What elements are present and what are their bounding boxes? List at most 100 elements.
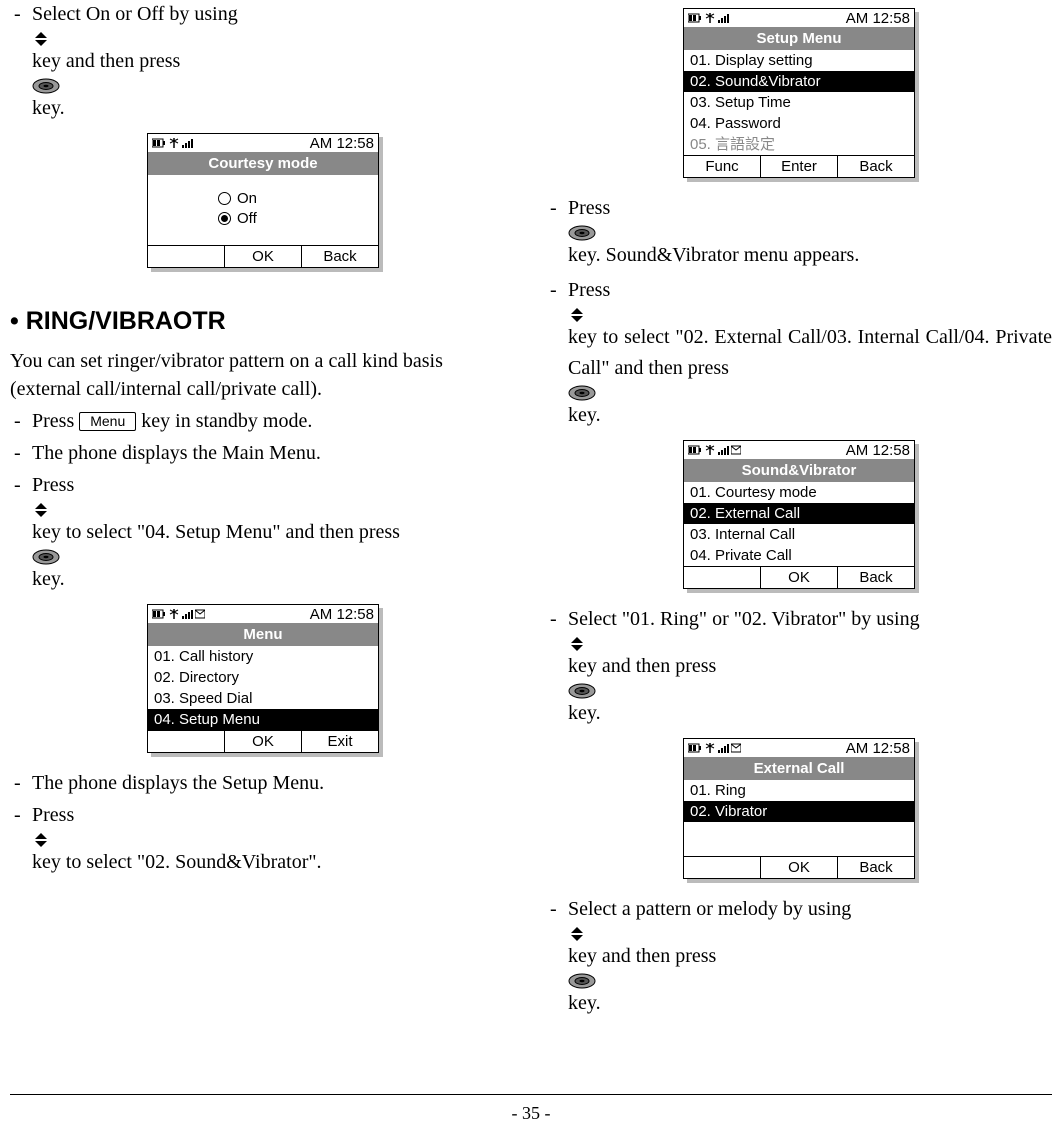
softkey-empty	[148, 246, 224, 267]
phone-courtesy: AM 12:58 Courtesy mode On Off OK Back	[147, 133, 379, 268]
list-item-selected: 02. External Call	[684, 503, 914, 524]
step-setup-menu: - The phone displays the Setup Menu.	[10, 769, 516, 797]
list-item: 03. Speed Dial	[148, 688, 378, 709]
text: key.	[568, 992, 601, 1014]
radio-unchecked-icon	[218, 192, 231, 205]
step-select-04: - Press key to select "04. Setup Menu" a…	[10, 471, 516, 596]
text: Press	[32, 804, 74, 826]
list-item: 04. Private Call	[684, 545, 914, 566]
phone-title: Sound&Vibrator	[684, 459, 914, 482]
text: Press	[568, 197, 610, 219]
step-select-ext: - Press key to select "02. External Call…	[546, 276, 1052, 432]
text: Press	[32, 474, 74, 496]
text: key.	[32, 568, 65, 590]
battery-icon	[688, 13, 702, 23]
phone-time: AM 12:58	[846, 440, 910, 461]
signal-icon	[182, 138, 193, 148]
phone-time: AM 12:58	[846, 8, 910, 29]
softkey-enter: Enter	[761, 156, 838, 177]
enter-key-icon	[568, 225, 1052, 241]
list-item: 01. Ring	[684, 780, 914, 801]
status-icons	[688, 445, 741, 455]
antenna-icon	[168, 138, 180, 148]
signal-icon	[718, 743, 729, 753]
heading-ring-vibrator: • RING/VIBRAOTR	[10, 304, 516, 339]
text: Select a pattern or melody by using	[568, 898, 851, 920]
status-icons	[688, 743, 741, 753]
signal-icon	[182, 609, 193, 619]
text: Select "01. Ring" or "02. Vibrator" by u…	[568, 608, 920, 630]
enter-key-icon	[32, 549, 516, 565]
phone-title: Courtesy mode	[148, 152, 378, 175]
footer-rule	[10, 1094, 1052, 1095]
updown-key-icon	[32, 502, 516, 518]
text: key.	[568, 404, 601, 426]
list-item-selected: 02. Sound&Vibrator	[684, 71, 914, 92]
radio-on: On	[218, 189, 378, 209]
signal-icon	[718, 13, 729, 23]
step-press-menu: - Press Menu key in standby mode.	[10, 407, 516, 435]
status-icons	[688, 13, 729, 23]
step-select-02: - Press key to select "02. Sound&Vibrato…	[10, 801, 516, 879]
battery-icon	[152, 609, 166, 619]
battery-icon	[688, 445, 702, 455]
text: Press	[568, 279, 610, 301]
label: On	[237, 189, 257, 209]
radio-off: Off	[218, 209, 378, 229]
menu-key-icon: Menu	[79, 412, 136, 431]
text: Select On or Off by using	[32, 3, 238, 25]
text: key to select "02. External Call/03. Int…	[568, 326, 1052, 379]
message-icon	[195, 609, 205, 619]
list-item: 01. Courtesy mode	[684, 482, 914, 503]
text: key in standby mode.	[141, 410, 312, 432]
step-select-ring: - Select "01. Ring" or "02. Vibrator" by…	[546, 605, 1052, 730]
list-item: 01. Display setting	[684, 50, 914, 71]
list-item: 05. 言語設定	[684, 134, 914, 155]
text: key and then press	[568, 655, 716, 677]
phone-title: Setup Menu	[684, 27, 914, 50]
list-item: 03. Internal Call	[684, 524, 914, 545]
softkey-exit: Exit	[301, 731, 378, 752]
enter-key-icon	[568, 385, 1052, 401]
signal-icon	[718, 445, 729, 455]
antenna-icon	[704, 743, 716, 753]
antenna-icon	[704, 445, 716, 455]
message-icon	[731, 743, 741, 753]
updown-key-icon	[568, 307, 1052, 323]
page-number: - 35 -	[0, 1101, 1062, 1126]
phone-title: Menu	[148, 623, 378, 646]
phone-time: AM 12:58	[846, 738, 910, 759]
updown-key-icon	[568, 926, 1052, 942]
phone-setup: AM 12:58 Setup Menu 01. Display setting …	[683, 8, 915, 178]
softkey-back: Back	[837, 567, 914, 588]
list-item-selected: 02. Vibrator	[684, 801, 914, 822]
list-item: 04. Password	[684, 113, 914, 134]
enter-key-icon	[568, 973, 1052, 989]
status-icons	[152, 609, 205, 619]
list-item: 01. Call history	[148, 646, 378, 667]
softkey-empty	[684, 857, 760, 878]
updown-key-icon	[568, 636, 1052, 652]
text: key to select "02. Sound&Vibrator".	[32, 851, 322, 873]
softkey-empty	[148, 731, 224, 752]
text: key. Sound&Vibrator menu appears.	[568, 244, 859, 266]
step-select-pattern: - Select a pattern or melody by using ke…	[546, 895, 1052, 1020]
softkey-func: Func	[684, 156, 761, 177]
antenna-icon	[704, 13, 716, 23]
text: The phone displays the Main Menu.	[32, 442, 321, 464]
softkey-empty	[684, 567, 760, 588]
list-item: 02. Directory	[148, 667, 378, 688]
softkey-back: Back	[838, 156, 914, 177]
text: key and then press	[32, 50, 180, 72]
message-icon	[731, 445, 741, 455]
text: key.	[568, 702, 601, 724]
step-select-on-off: - Select On or Off by using key and then…	[10, 0, 516, 125]
softkey-ok: OK	[760, 567, 837, 588]
phone-external-call: AM 12:58 External Call 01. Ring 02. Vibr…	[683, 738, 915, 879]
softkey-back: Back	[301, 246, 378, 267]
enter-key-icon	[32, 78, 516, 94]
softkey-ok: OK	[224, 246, 301, 267]
label: Off	[237, 209, 257, 229]
battery-icon	[152, 138, 166, 148]
list-item: 03. Setup Time	[684, 92, 914, 113]
